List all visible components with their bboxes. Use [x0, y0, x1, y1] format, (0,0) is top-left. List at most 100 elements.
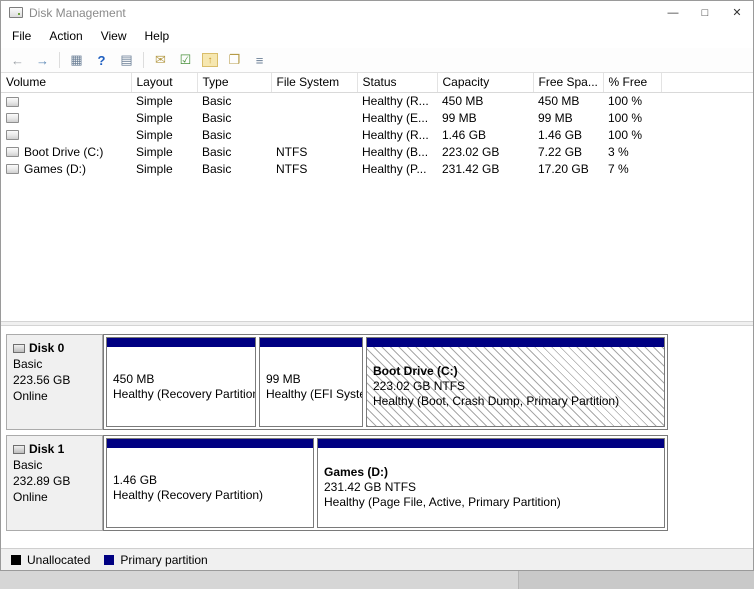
partition-disk0-recovery[interactable]: 450 MB Healthy (Recovery Partition): [106, 337, 256, 427]
pct-cell: 100 %: [608, 93, 643, 108]
free-cell: 450 MB: [538, 93, 580, 108]
col-layout[interactable]: Layout: [131, 73, 198, 93]
primary-partition-bar: [107, 439, 313, 448]
volume-icon: [6, 130, 19, 141]
col-type[interactable]: Type: [197, 73, 272, 93]
disk-icon: [13, 343, 25, 353]
disk0-block: Disk 0 Basic 223.56 GB Online 450 MB Hea…: [6, 334, 753, 430]
status-cell: Healthy (R...: [362, 93, 429, 108]
volume-cell: [1, 92, 131, 109]
partition-title: Games (D:): [324, 465, 389, 479]
status-cell: Healthy (R...: [362, 127, 429, 142]
partition-status: Healthy (Boot, Crash Dump, Primary Parti…: [373, 394, 620, 408]
menu-file[interactable]: File: [3, 26, 40, 46]
volume-row[interactable]: Boot Drive (C:) Simple Basic NTFS Health…: [1, 143, 753, 160]
volume-name: Boot Drive (C:): [24, 144, 104, 159]
disk-type: Basic: [13, 357, 43, 371]
graphical-view: Disk 0 Basic 223.56 GB Online 450 MB Hea…: [1, 326, 753, 548]
menu-view[interactable]: View: [92, 26, 136, 46]
properties-icon[interactable]: ≡: [251, 52, 268, 69]
action-pane-icon[interactable]: ▤: [118, 52, 135, 69]
volume-list: Volume Layout Type File System Status Ca…: [1, 73, 753, 321]
volume-row[interactable]: Simple Basic Healthy (R... 450 MB 450 MB…: [1, 92, 753, 109]
free-cell: 7.22 GB: [538, 144, 583, 159]
checkbox-icon[interactable]: ☑: [177, 52, 194, 69]
primary-partition-swatch: [104, 554, 115, 565]
primary-partition-bar: [367, 338, 664, 347]
disk0-info[interactable]: Disk 0 Basic 223.56 GB Online: [6, 334, 103, 430]
col-volume[interactable]: Volume: [1, 73, 132, 93]
volume-row[interactable]: Simple Basic Healthy (R... 1.46 GB 1.46 …: [1, 126, 753, 143]
fs-cell: [271, 126, 357, 143]
free-cell: 17.20 GB: [538, 161, 589, 176]
col-file-system[interactable]: File System: [271, 73, 358, 93]
volume-cell: Boot Drive (C:): [1, 143, 131, 160]
partition-disk0-efi[interactable]: 99 MB Healthy (EFI System Partition): [259, 337, 363, 427]
disk-size: 232.89 GB: [13, 474, 71, 488]
type-cell: Basic: [202, 127, 232, 142]
partition-status: Healthy (Page File, Active, Primary Part…: [324, 495, 561, 509]
bottom-gray-strip: [0, 571, 754, 589]
disk1-info[interactable]: Disk 1 Basic 232.89 GB Online: [6, 435, 103, 531]
partition-size: 99 MB: [266, 371, 301, 386]
col-status[interactable]: Status: [357, 73, 438, 93]
capacity-cell: 223.02 GB: [442, 144, 500, 159]
toolbar: ← → ▦ ? ▤ ✉ ☑ ↑ ❐ ≡: [1, 48, 753, 73]
back-icon[interactable]: ←: [9, 52, 26, 69]
menu-action[interactable]: Action: [40, 26, 91, 46]
partition-disk1-recovery[interactable]: 1.46 GB Healthy (Recovery Partition): [106, 438, 314, 528]
console-tree-icon[interactable]: ▦: [68, 52, 85, 69]
pct-cell: 7 %: [608, 161, 629, 176]
status-cell: Healthy (E...: [362, 110, 429, 125]
free-cell: 1.46 GB: [538, 127, 583, 142]
window-controls: — □ ✕: [657, 1, 753, 24]
legend-label: Primary partition: [120, 552, 208, 567]
fs-cell: NTFS: [276, 161, 308, 176]
close-button[interactable]: ✕: [721, 1, 753, 24]
menu-help[interactable]: Help: [136, 26, 179, 46]
type-cell: Basic: [202, 144, 232, 159]
partition-size: 223.02 GB NTFS: [373, 379, 466, 393]
pct-cell: 100 %: [608, 110, 643, 125]
partition-disk0-c[interactable]: Boot Drive (C:) 223.02 GB NTFS Healthy (…: [366, 337, 665, 427]
menubar: File Action View Help: [1, 24, 753, 48]
toolbar-separator: [143, 52, 144, 68]
col-filler: [661, 73, 753, 93]
callout-icon[interactable]: ✉: [152, 52, 169, 69]
col-free-space[interactable]: Free Spa...: [533, 73, 604, 93]
table-header-row: Volume Layout Type File System Status Ca…: [1, 73, 753, 93]
volume-row[interactable]: Games (D:) Simple Basic NTFS Healthy (P.…: [1, 160, 753, 177]
forward-icon[interactable]: →: [34, 52, 51, 69]
help-icon[interactable]: ?: [93, 52, 110, 69]
partition-status: Healthy (Recovery Partition): [113, 487, 264, 502]
disk-type: Basic: [13, 458, 43, 472]
disk-icon: [13, 444, 25, 454]
folder-up-icon[interactable]: ↑: [202, 53, 218, 67]
disk-management-window: Disk Management — □ ✕ File Action View H…: [0, 0, 754, 571]
layout-cell: Simple: [136, 144, 173, 159]
disk-label: Disk 1: [29, 442, 65, 456]
pct-cell: 3 %: [608, 144, 629, 159]
bottom-gray-strip-right: [518, 571, 754, 589]
maximize-button[interactable]: □: [689, 1, 721, 24]
col-pct-free[interactable]: % Free: [603, 73, 662, 93]
partition-disk1-d[interactable]: Games (D:) 231.42 GB NTFS Healthy (Page …: [317, 438, 665, 528]
legend-primary-partition: Primary partition: [104, 552, 208, 567]
layout-cell: Simple: [136, 110, 173, 125]
volume-cell: Games (D:): [1, 160, 131, 177]
minimize-button[interactable]: —: [657, 1, 689, 24]
pct-cell: 100 %: [608, 127, 643, 142]
disk0-partitions: 450 MB Healthy (Recovery Partition) 99 M…: [103, 334, 668, 430]
partition-title: Boot Drive (C:): [373, 364, 458, 378]
volume-row[interactable]: Simple Basic Healthy (E... 99 MB 99 MB 1…: [1, 109, 753, 126]
status-cell: Healthy (P...: [362, 161, 427, 176]
primary-partition-bar: [107, 338, 255, 347]
partition-size: 1.46 GB: [113, 472, 158, 487]
partition-size: 231.42 GB NTFS: [324, 480, 417, 494]
document-icon[interactable]: ❐: [226, 52, 243, 69]
volume-icon: [6, 96, 19, 107]
volume-table: Volume Layout Type File System Status Ca…: [1, 73, 753, 177]
layout-cell: Simple: [136, 127, 173, 142]
status-cell: Healthy (B...: [362, 144, 429, 159]
col-capacity[interactable]: Capacity: [437, 73, 534, 93]
